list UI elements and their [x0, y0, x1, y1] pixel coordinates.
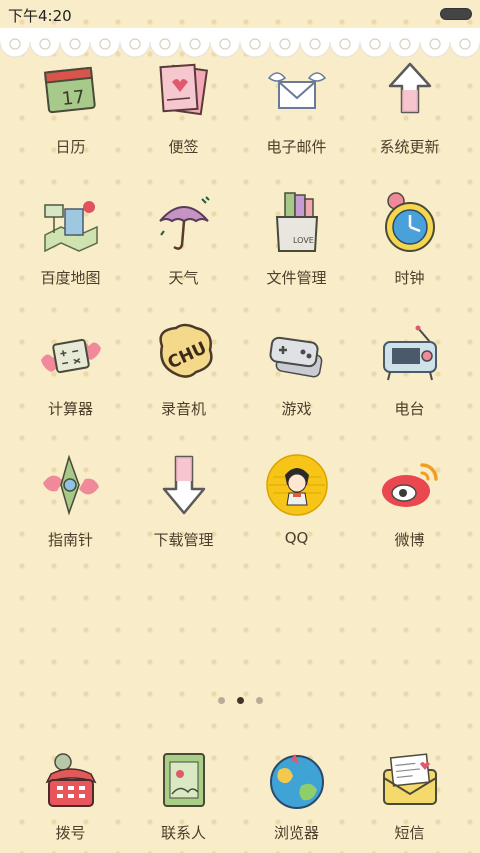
- app-recorder[interactable]: CHU 录音机: [127, 320, 240, 451]
- app-weather[interactable]: 天气: [127, 189, 240, 320]
- status-time: 下午4:20: [8, 7, 72, 25]
- app-file-manager[interactable]: LOVE 文件管理: [240, 189, 353, 320]
- app-baidu-map[interactable]: 百度地图: [14, 189, 127, 320]
- app-calendar[interactable]: 17 日历: [14, 58, 127, 189]
- dock: 拨号 联系人 浏览器 短信: [14, 746, 466, 843]
- notes-icon: [158, 63, 208, 116]
- app-radio[interactable]: 电台: [353, 320, 466, 451]
- app-compass[interactable]: 指南针: [14, 451, 127, 582]
- app-label: 拨号: [55, 824, 86, 842]
- app-label: 短信: [394, 824, 425, 842]
- app-calculator[interactable]: 计算器: [14, 320, 127, 451]
- radio-icon: [382, 325, 437, 381]
- globe-icon: [269, 754, 324, 809]
- app-label: 系统更新: [379, 138, 440, 156]
- clock-icon: [384, 192, 435, 252]
- app-label: 百度地图: [40, 269, 101, 287]
- page-indicator[interactable]: [0, 697, 480, 711]
- app-email[interactable]: 电子邮件: [240, 58, 353, 189]
- app-label: 便签: [168, 138, 199, 156]
- app-label: 天气: [168, 269, 199, 287]
- app-label: 联系人: [160, 824, 206, 842]
- map-icon: [43, 201, 98, 253]
- page-dot[interactable]: [255, 697, 263, 704]
- recorder-icon: CHU: [158, 323, 213, 378]
- calendar-day: 17: [60, 87, 85, 110]
- dock-messages[interactable]: 短信: [353, 746, 466, 843]
- app-grid: 17 日历 便签 电子邮件 系统更新 百度地图 天气 LOVE 文件管理 时钟 …: [14, 58, 466, 582]
- envelope-icon: [382, 753, 437, 805]
- folder-icon: LOVE: [275, 192, 318, 252]
- app-qq[interactable]: QQ: [240, 451, 353, 582]
- email-icon: [267, 72, 326, 109]
- app-label: 指南针: [47, 531, 93, 549]
- dock-contacts[interactable]: 联系人: [127, 746, 240, 843]
- folder-label: LOVE: [293, 236, 314, 245]
- app-label: 文件管理: [266, 269, 327, 287]
- gamepad-icon: [268, 336, 322, 378]
- calculator-icon: [40, 338, 101, 374]
- status-bar: 下午4:20: [0, 0, 480, 28]
- battery-icon: [440, 8, 472, 20]
- app-label: 电子邮件: [266, 138, 327, 156]
- app-label: 日历: [55, 138, 86, 156]
- download-icon: [162, 455, 205, 515]
- app-label: 计算器: [47, 400, 93, 418]
- qq-icon: [265, 454, 328, 516]
- compass-icon: [42, 454, 99, 516]
- page-dot[interactable]: [217, 697, 225, 704]
- app-label: 微博: [394, 531, 425, 549]
- app-download-manager[interactable]: 下载管理: [127, 451, 240, 582]
- app-label: 录音机: [160, 400, 206, 418]
- dock-browser[interactable]: 浏览器: [240, 746, 353, 843]
- app-label: QQ: [284, 529, 309, 547]
- app-clock[interactable]: 时钟: [353, 189, 466, 320]
- update-arrow-icon: [388, 62, 431, 114]
- umbrella-icon: [158, 196, 210, 250]
- app-label: 下载管理: [153, 531, 214, 549]
- weibo-icon: [381, 463, 438, 507]
- contacts-icon: [162, 753, 205, 807]
- phone-icon: [45, 753, 97, 807]
- app-label: 电台: [394, 400, 425, 418]
- app-label: 游戏: [281, 400, 312, 418]
- app-system-update[interactable]: 系统更新: [353, 58, 466, 189]
- app-weibo[interactable]: 微博: [353, 451, 466, 582]
- page-dot-active[interactable]: [236, 697, 244, 704]
- app-label: 时钟: [394, 269, 425, 287]
- app-label: 浏览器: [273, 824, 319, 842]
- app-games[interactable]: 游戏: [240, 320, 353, 451]
- dock-phone[interactable]: 拨号: [14, 746, 127, 843]
- calendar-icon: 17: [43, 66, 96, 114]
- app-notes[interactable]: 便签: [127, 58, 240, 189]
